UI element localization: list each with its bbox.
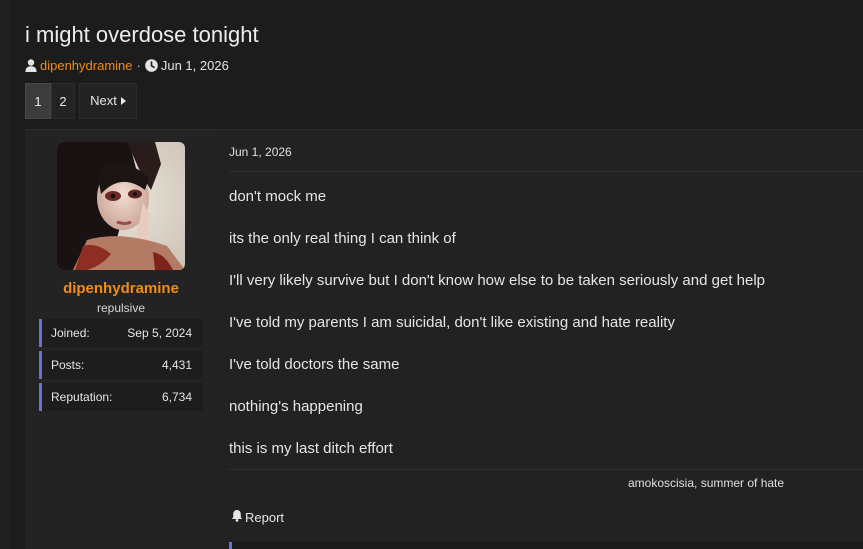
- user-title: repulsive: [96, 301, 146, 315]
- stat-label: Posts:: [51, 358, 85, 372]
- bell-icon: [231, 509, 243, 525]
- post-user-column: dipenhydramine repulsive Joined: Sep 5, …: [25, 130, 217, 549]
- stat-reputation: Reputation: 6,734: [39, 383, 203, 411]
- stat-value: 4,431: [161, 358, 192, 372]
- stat-posts: Posts: 4,431: [39, 351, 203, 379]
- stat-joined: Joined: Sep 5, 2024: [39, 319, 203, 347]
- post-line: I'll very likely survive but I don't kno…: [229, 272, 766, 289]
- thread-meta: dipenhydramine · Jun 1, 2026: [25, 56, 229, 74]
- pagination: 1 2 Next: [25, 83, 137, 119]
- clock-icon: [145, 58, 158, 72]
- left-edge-strip: [0, 0, 10, 549]
- page-button-1[interactable]: 1: [25, 83, 51, 119]
- post-date[interactable]: Jun 1, 2026: [229, 145, 292, 159]
- post-line: its the only real thing I can think of: [229, 230, 456, 247]
- avatar[interactable]: [57, 142, 185, 270]
- next-label: Next: [90, 93, 117, 108]
- thread-author-link[interactable]: dipenhydramine: [40, 58, 133, 73]
- stat-label: Reputation:: [51, 390, 113, 404]
- stat-value: Sep 5, 2024: [127, 326, 192, 340]
- thread-page: i might overdose tonight dipenhydramine …: [0, 0, 863, 549]
- post-footer-accent: [229, 542, 232, 549]
- post-username[interactable]: dipenhydramine: [25, 280, 217, 297]
- meta-separator: ·: [136, 57, 141, 73]
- next-page-button[interactable]: Next: [79, 83, 137, 119]
- caret-right-icon: [120, 83, 126, 119]
- post-line: I've told doctors the same: [229, 356, 400, 373]
- post-line: I've told my parents I am suicidal, don'…: [229, 314, 675, 331]
- post-header-divider: [229, 171, 863, 172]
- report-button[interactable]: Report: [231, 509, 284, 525]
- report-label: Report: [245, 509, 285, 525]
- stat-value: 6,734: [161, 390, 192, 404]
- thread-date[interactable]: Jun 1, 2026: [161, 58, 229, 73]
- signature-divider: [229, 469, 863, 470]
- post-line: this is my last ditch effort: [229, 440, 393, 457]
- page-button-2[interactable]: 2: [51, 83, 75, 119]
- post: dipenhydramine repulsive Joined: Sep 5, …: [25, 129, 863, 549]
- signature: amokoscisia, summer of hate: [628, 476, 785, 490]
- user-icon: [25, 58, 37, 72]
- post-footer: [229, 542, 863, 549]
- post-line: nothing's happening: [229, 398, 363, 415]
- thread-title: i might overdose tonight: [25, 22, 259, 47]
- stat-label: Joined:: [51, 326, 90, 340]
- post-content: Jun 1, 2026 don't mock me its the only r…: [217, 130, 863, 549]
- post-line: don't mock me: [229, 188, 327, 205]
